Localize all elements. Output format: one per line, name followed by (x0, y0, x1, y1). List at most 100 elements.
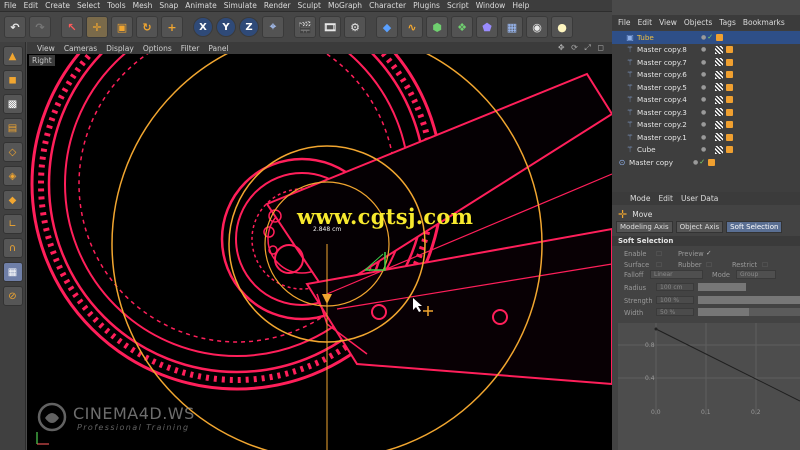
visibility-dots-icon[interactable]: ● (701, 71, 707, 78)
material-tag-icon[interactable] (726, 108, 734, 116)
surface-checkbox[interactable]: ☐ (656, 261, 662, 269)
width-input[interactable]: 50 % (656, 308, 694, 316)
texture-tag-icon[interactable] (715, 120, 724, 129)
y-axis-lock-icon[interactable]: Y (216, 17, 236, 37)
objects-menu-bookmarks[interactable]: Bookmarks (743, 18, 785, 27)
visibility-dots-icon[interactable]: ● (701, 109, 707, 116)
enabled-check-icon[interactable]: ✓ (707, 33, 713, 41)
objects-menu-file[interactable]: File (618, 18, 631, 27)
lock-workplane-icon[interactable]: ⊘ (2, 286, 23, 306)
menu-mograph[interactable]: MoGraph (328, 1, 362, 10)
menu-simulate[interactable]: Simulate (224, 1, 257, 10)
spline-pen-icon[interactable]: ∿ (401, 16, 423, 38)
menu-mesh[interactable]: Mesh (133, 1, 153, 10)
live-selection-icon[interactable]: ↖ (61, 16, 83, 38)
render-settings-icon[interactable]: ⚙ (344, 16, 366, 38)
texture-tag-icon[interactable] (715, 83, 724, 92)
texture-tag-icon[interactable] (715, 108, 724, 117)
object-row[interactable]: ⚚ Cube ● (612, 144, 800, 157)
viewport-menu-view[interactable]: View (37, 44, 55, 53)
object-row[interactable]: ⚚ Master copy.4 ● (612, 94, 800, 107)
array-icon[interactable]: ❖ (451, 16, 473, 38)
object-row[interactable]: ⚚ Master copy.5 ● (612, 81, 800, 94)
redo-icon[interactable]: ↷ (29, 16, 51, 38)
object-row[interactable]: ⊙ Master copy ● ✓ (612, 156, 800, 169)
menu-character[interactable]: Character (369, 1, 406, 10)
material-tag-icon[interactable] (726, 121, 734, 129)
texture-mode-icon[interactable]: ▩ (2, 94, 23, 114)
object-row[interactable]: ⚚ Master copy.2 ● (612, 119, 800, 132)
visibility-dots-icon[interactable]: ● (701, 84, 707, 91)
deformer-icon[interactable]: ⬟ (476, 16, 498, 38)
polygons-mode-icon[interactable]: ◆ (2, 190, 23, 210)
radius-input[interactable]: 100 cm (656, 283, 694, 291)
menu-render[interactable]: Render (264, 1, 291, 10)
menu-edit[interactable]: Edit (24, 1, 39, 10)
texture-tag-icon[interactable] (715, 45, 724, 54)
attributes-menu-mode[interactable]: Mode (630, 194, 650, 203)
recent-tool-icon[interactable]: + (161, 16, 183, 38)
menu-create[interactable]: Create (45, 1, 70, 10)
texture-tag-icon[interactable] (715, 145, 724, 154)
mode-dropdown[interactable]: Group (736, 270, 776, 279)
attributes-menu-edit[interactable]: Edit (658, 194, 673, 203)
rubber-checkbox[interactable]: ☐ (706, 261, 712, 269)
visibility-dots-icon[interactable]: ● (701, 134, 707, 141)
texture-tag-icon[interactable] (715, 58, 724, 67)
undo-icon[interactable]: ↶ (4, 16, 26, 38)
attributes-menu-user-data[interactable]: User Data (681, 194, 718, 203)
magnet-snap-icon[interactable]: ∩ (2, 238, 23, 258)
floor-icon[interactable]: ▦ (501, 16, 523, 38)
scale-tool-icon[interactable]: ▣ (111, 16, 133, 38)
menu-window[interactable]: Window (476, 1, 506, 10)
preview-checkbox[interactable]: ✓ (706, 249, 712, 257)
object-row[interactable]: ⚚ Master copy.1 ● (612, 131, 800, 144)
menu-script[interactable]: Script (447, 1, 469, 10)
viewport-nav-icons[interactable]: ✥ ⟳ ⤢ ◻ (558, 43, 606, 53)
object-row[interactable]: ⚚ Master copy.3 ● (612, 106, 800, 119)
points-mode-icon[interactable]: ◇ (2, 142, 23, 162)
material-tag-icon[interactable] (708, 158, 716, 166)
material-tag-icon[interactable] (726, 46, 734, 54)
x-axis-lock-icon[interactable]: X (193, 17, 213, 37)
object-row[interactable]: ⚚ Master copy.7 ● (612, 56, 800, 69)
viewport-menu-panel[interactable]: Panel (208, 44, 228, 53)
visibility-dots-icon[interactable]: ● (701, 46, 707, 53)
light-icon[interactable]: ● (551, 16, 573, 38)
objects-menu-tags[interactable]: Tags (719, 18, 736, 27)
visibility-dots-icon[interactable]: ● (701, 146, 707, 153)
axis-mode-icon[interactable]: ∟ (2, 214, 23, 234)
objects-menu-edit[interactable]: Edit (638, 18, 653, 27)
menu-select[interactable]: Select (77, 1, 100, 10)
material-tag-icon[interactable] (726, 146, 734, 154)
visibility-dots-icon[interactable]: ● (701, 121, 707, 128)
coordinate-system-icon[interactable]: ⌖ (262, 16, 284, 38)
tab-soft-selection[interactable]: Soft Selection (726, 221, 783, 233)
object-row[interactable]: ▣ Tube ● ✓ (612, 31, 800, 44)
viewport[interactable]: Right www.cgtsj.com 2.848 cm CINEMA4D.WS… (27, 54, 612, 450)
tab-object-axis[interactable]: Object Axis (675, 221, 724, 233)
enable-checkbox[interactable]: ☐ (656, 250, 662, 258)
cube-primitive-icon[interactable]: ◆ (376, 16, 398, 38)
menu-help[interactable]: Help (512, 1, 529, 10)
falloff-dropdown[interactable]: Linear (650, 270, 703, 279)
tab-modeling-axis[interactable]: Modeling Axis (616, 221, 673, 233)
material-tag-icon[interactable] (726, 83, 734, 91)
menu-animate[interactable]: Animate (185, 1, 216, 10)
render-view-icon[interactable]: 🎬 (294, 16, 316, 38)
radius-slider[interactable] (698, 283, 746, 291)
menu-snap[interactable]: Snap (159, 1, 178, 10)
render-picture-viewer-icon[interactable]: 🎞 (319, 16, 341, 38)
menu-file[interactable]: File (4, 1, 17, 10)
edges-mode-icon[interactable]: ◈ (2, 166, 23, 186)
texture-tag-icon[interactable] (715, 95, 724, 104)
material-tag-icon[interactable] (726, 133, 734, 141)
menu-sculpt[interactable]: Sculpt (298, 1, 321, 10)
menu-plugins[interactable]: Plugins (413, 1, 440, 10)
restrict-checkbox[interactable]: ☐ (762, 261, 768, 269)
rotate-tool-icon[interactable]: ↻ (136, 16, 158, 38)
objects-menu-view[interactable]: View (659, 18, 677, 27)
z-axis-lock-icon[interactable]: Z (239, 17, 259, 37)
menu-tools[interactable]: Tools (107, 1, 125, 10)
texture-tag-icon[interactable] (715, 133, 724, 142)
